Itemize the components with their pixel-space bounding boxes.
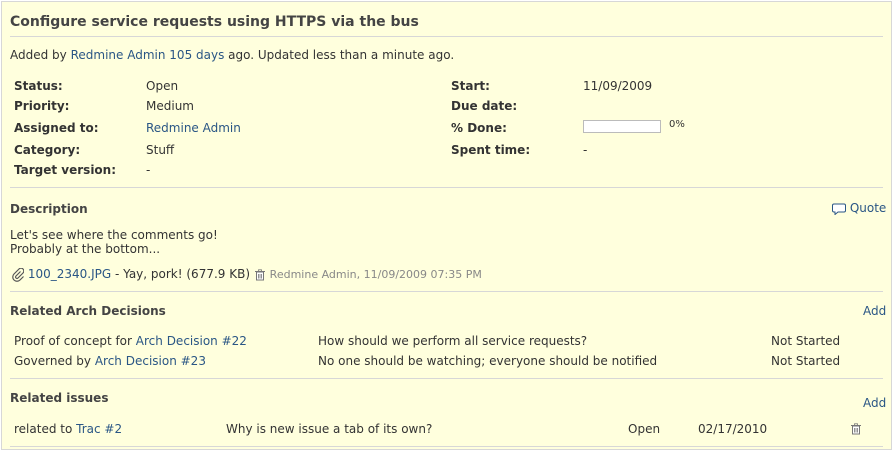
paperclip-icon bbox=[12, 267, 24, 282]
quote-button[interactable]: Quote bbox=[832, 201, 886, 215]
arch-decision-status: Not Started bbox=[771, 334, 841, 348]
start-value: 11/09/2009 bbox=[583, 79, 653, 93]
arch-decision-subject: No one should be watching; everyone shou… bbox=[318, 354, 658, 368]
assigned-to-label: Assigned to: bbox=[14, 121, 99, 135]
added-by-suffix: ago. Updated less than a minute ago. bbox=[228, 48, 455, 62]
attachment-link[interactable]: 100_2340.JPG bbox=[28, 267, 111, 281]
add-arch-decision-button[interactable]: Add bbox=[863, 304, 886, 318]
author-link[interactable]: Redmine Admin bbox=[71, 48, 166, 62]
done-value: 0% bbox=[669, 119, 685, 130]
description-heading: Description bbox=[10, 202, 88, 216]
trash-icon[interactable] bbox=[254, 268, 266, 281]
related-issues-divider bbox=[10, 446, 883, 447]
done-progress-bar bbox=[583, 120, 661, 133]
issue-panel: Configure service requests using HTTPS v… bbox=[1, 1, 892, 450]
arch-decisions-heading: Related Arch Decisions bbox=[10, 304, 166, 318]
related-issue-subject: Why is new issue a tab of its own? bbox=[226, 422, 433, 436]
status-value: Open bbox=[146, 79, 179, 93]
category-value: Stuff bbox=[146, 143, 175, 157]
attributes-divider bbox=[10, 187, 883, 188]
arch-decision-subject: How should we perform all service reques… bbox=[318, 334, 588, 348]
arch-decision-row: Proof of concept for Arch Decision #22 bbox=[14, 334, 247, 348]
quote-label: Quote bbox=[849, 201, 887, 215]
arch-decision-status: Not Started bbox=[771, 354, 841, 368]
assigned-to-link[interactable]: Redmine Admin bbox=[146, 121, 241, 135]
related-issue-link[interactable]: Trac #2 bbox=[76, 422, 122, 436]
due-date-label: Due date: bbox=[451, 99, 518, 113]
target-version-value: - bbox=[146, 163, 151, 177]
related-issue-row: related to Trac #2 bbox=[14, 422, 122, 436]
description-line-1: Let's see where the comments go! bbox=[10, 228, 218, 242]
attachment-caption: - Yay, pork! (677.9 KB) bbox=[115, 267, 251, 281]
priority-label: Priority: bbox=[14, 99, 70, 113]
add-related-issue-button[interactable]: Add bbox=[863, 396, 886, 410]
attachment-meta: Redmine Admin, 11/09/2009 07:35 PM bbox=[269, 268, 482, 281]
issue-title: Configure service requests using HTTPS v… bbox=[10, 14, 419, 30]
arch-decision-link[interactable]: Arch Decision #22 bbox=[136, 334, 247, 348]
attachment-row: 100_2340.JPG - Yay, pork! (677.9 KB) Red… bbox=[12, 267, 482, 282]
description-divider bbox=[10, 291, 883, 292]
relation-type: related to bbox=[14, 422, 73, 436]
category-label: Category: bbox=[14, 143, 81, 157]
issue-author-line: Added by Redmine Admin 105 days ago. Upd… bbox=[10, 48, 454, 62]
title-divider bbox=[10, 36, 883, 37]
delete-relation-icon[interactable] bbox=[850, 423, 862, 435]
target-version-label: Target version: bbox=[14, 163, 117, 177]
relation-type: Governed by bbox=[14, 354, 91, 368]
spent-time-label: Spent time: bbox=[451, 143, 531, 157]
arch-decisions-divider bbox=[10, 378, 883, 379]
done-label: % Done: bbox=[451, 121, 507, 135]
spent-time-value: - bbox=[583, 143, 588, 157]
related-issues-heading: Related issues bbox=[10, 391, 109, 405]
related-issue-status: Open bbox=[628, 422, 661, 436]
relation-type: Proof of concept for bbox=[14, 334, 132, 348]
age-link[interactable]: 105 days bbox=[169, 48, 224, 62]
description-line-2: Probably at the bottom... bbox=[10, 242, 161, 256]
arch-decision-row: Governed by Arch Decision #23 bbox=[14, 354, 206, 368]
related-issue-date: 02/17/2010 bbox=[698, 422, 768, 436]
start-label: Start: bbox=[451, 79, 490, 93]
added-by-prefix: Added by bbox=[10, 48, 67, 62]
status-label: Status: bbox=[14, 79, 63, 93]
comment-icon bbox=[832, 203, 846, 215]
arch-decision-link[interactable]: Arch Decision #23 bbox=[95, 354, 206, 368]
priority-value: Medium bbox=[146, 99, 194, 113]
